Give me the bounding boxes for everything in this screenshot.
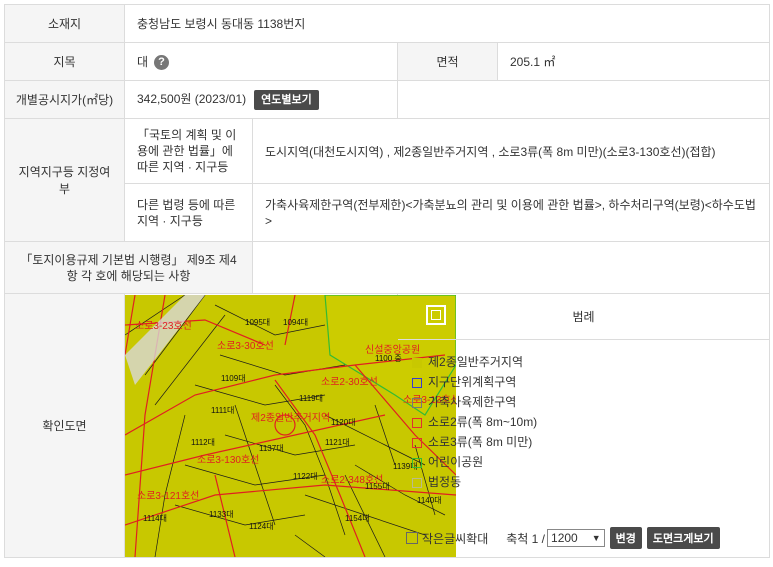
jimok-cell: 대? <box>124 42 398 81</box>
map-label-text: 1119대 <box>299 393 323 403</box>
zoning-row2-label: 다른 법령 등에 따른 지역 · 지구등 <box>124 183 253 242</box>
article-label: 「토지이용규제 기본법 시행령」 제9조 제4항 각 호에 해당되는 사항 <box>4 241 253 294</box>
legend-item: 소로2류(폭 8m~10m) <box>412 412 755 432</box>
zoning-row1-label: 「국토의 계획 및 이용에 관한 법률」에 따른 지역 · 지구등 <box>124 118 253 184</box>
legend-list: 제2종일반주거지역 지구단위계획구역 가축사육제한구역 소로2류(폭 8m~10… <box>398 340 769 504</box>
legend-item: 법정동 <box>412 472 755 492</box>
map-label-text: 1094대 <box>283 317 309 327</box>
legend-swatch <box>412 437 422 448</box>
yearly-view-button[interactable]: 연도별보기 <box>254 89 319 110</box>
legend-item-label: 소로3류(폭 8m 미만) <box>428 435 533 449</box>
map-label-text: 소로3-23호선 <box>135 320 192 332</box>
map-label-text: 1112대 <box>191 437 215 447</box>
price-label: 개별공시지가(㎡당) <box>4 80 125 119</box>
map-controls: 작은글씨확대 축척 1 / 1200 ▼ 변경 도면크게보기 <box>406 527 761 549</box>
legend-swatch <box>412 477 422 488</box>
map-label-text: 소로3-30호선 <box>217 340 274 352</box>
zoning-label: 지역지구등 지정여부 <box>4 118 125 242</box>
enlarge-text-label: 작은글씨확대 <box>422 531 489 546</box>
map-label-text: 소로2-348호선 <box>321 474 384 486</box>
map-label-text: 1109대 <box>221 373 246 383</box>
scale-select[interactable]: 1200 ▼ <box>547 529 605 547</box>
zoning-row1-value: 도시지역(대천도시지역) , 제2종일반주거지역 , 소로3류(폭 8m 미만)… <box>251 118 771 184</box>
legend-item-label: 가축사육제한구역 <box>428 395 517 409</box>
area-value: 205.1 ㎡ <box>496 42 771 81</box>
enlarge-map-button[interactable]: 도면크게보기 <box>646 527 720 549</box>
map-label-text: 1137대 <box>259 443 284 453</box>
area-label: 면적 <box>397 42 498 81</box>
price-value: 342,500원 (2023/01) <box>137 91 247 106</box>
legend-item-label: 제2종일반주거지역 <box>428 355 523 369</box>
location-label: 소재지 <box>4 4 125 43</box>
enlarge-text-checkbox[interactable] <box>406 532 418 544</box>
map-label-text: 소로2-30호선 <box>321 376 378 388</box>
question-icon[interactable]: ? <box>154 55 170 71</box>
change-scale-button[interactable]: 변경 <box>609 527 642 549</box>
map-label-text: 1114대 <box>143 513 167 523</box>
map-label-text: 1122대 <box>293 471 318 481</box>
legend-swatch <box>412 397 422 408</box>
scale-value: 1200 <box>551 531 578 545</box>
legend-cell: 범례 제2종일반주거지역 지구단위계획구역 가축사육제한구역 소로2류(폭 8m… <box>396 293 771 558</box>
legend-swatch <box>412 377 422 388</box>
map-label-text: 1154대 <box>345 513 370 523</box>
legend-item-label: 어린이공원 <box>428 455 484 469</box>
article-value <box>251 241 771 294</box>
map-label: 확인도면 <box>4 293 125 558</box>
legend-item-label: 지구단위계획구역 <box>428 375 517 389</box>
legend-item: 지구단위계획구역 <box>412 372 755 392</box>
map-label-text: 1133대 <box>209 509 234 519</box>
legend-item-label: 소로2류(폭 8m~10m) <box>428 415 538 429</box>
zoning-row2-value: 가축사육제한구역(전부제한)<가축분뇨의 관리 및 이용에 관한 법률>, 하수… <box>251 183 771 242</box>
location-value: 충청남도 보령시 동대동 1138번지 <box>123 4 771 43</box>
land-info-panel: 소재지 충청남도 보령시 동대동 1138번지 지목 대? 면적 205.1 ㎡… <box>4 4 771 558</box>
scale-label: 축척 1 / <box>506 531 546 546</box>
map-label-text: 소로3-130호선 <box>197 454 260 466</box>
legend-item: 어린이공원 <box>412 452 755 472</box>
map-label-text: 1111대 <box>211 405 235 415</box>
legend-swatch <box>412 417 422 428</box>
jimok-label: 지목 <box>4 42 125 81</box>
legend-swatch <box>412 457 422 468</box>
legend-title: 범례 <box>398 294 770 340</box>
map-label-text: 제2종일반주거지역 <box>251 412 331 424</box>
jimok-value: 대 <box>137 54 149 69</box>
empty-cell <box>396 80 771 119</box>
map-label-text: 소로3-121호선 <box>137 490 200 502</box>
land-info-table: 소재지 충청남도 보령시 동대동 1138번지 지목 대? 면적 205.1 ㎡… <box>4 4 771 558</box>
map-label-text: 1124대 <box>249 521 274 531</box>
legend-item: 소로3류(폭 8m 미만) <box>412 432 755 452</box>
legend-item: 가축사육제한구역 <box>412 392 755 412</box>
price-cell: 342,500원 (2023/01) 연도별보기 <box>124 80 398 119</box>
legend-swatch <box>412 357 422 368</box>
map-cell: 1095대 1094대 1109대 1111대 1119대 1120대 1112대 1137대… <box>124 293 456 558</box>
map-label-text: 1120대 <box>331 417 356 427</box>
map-label-text: 1095대 <box>245 317 271 327</box>
map-label-text: 1121대 <box>325 437 350 447</box>
legend-item-label: 법정동 <box>428 475 462 489</box>
chevron-down-icon: ▼ <box>591 533 601 543</box>
legend-item: 제2종일반주거지역 <box>412 352 755 372</box>
